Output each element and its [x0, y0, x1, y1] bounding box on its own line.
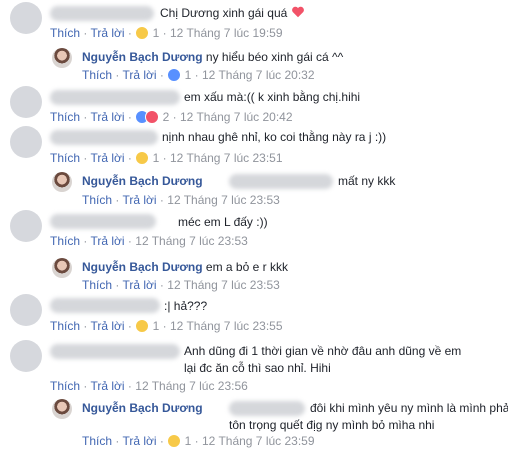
love-reaction-icon[interactable] [145, 110, 160, 124]
avatar[interactable] [52, 172, 72, 192]
like-link[interactable]: Thích [50, 234, 80, 248]
blurred-author-name [50, 6, 154, 21]
like-link[interactable]: Thích [82, 434, 112, 448]
timestamp[interactable]: 12 Tháng 7 lúc 19:59 [170, 26, 283, 40]
reply-comment: Nguyễn Bạch Dương em a bỏ e r kkk Thích … [0, 254, 508, 292]
comment-actions: Thích · Trả lời · 12 Tháng 7 lúc 23:53 [50, 234, 248, 248]
reply-link[interactable]: Trả lời [90, 319, 124, 333]
like-link[interactable]: Thích [82, 193, 112, 207]
reply-link[interactable]: Trả lời [90, 379, 124, 393]
comment-text-cont: mất ny kkk [338, 174, 396, 188]
timestamp[interactable]: 12 Tháng 7 lúc 23:56 [135, 379, 248, 393]
like-link[interactable]: Thích [82, 68, 112, 82]
reply-link[interactable]: Trả lời [122, 278, 156, 292]
comment: nịnh nhau ghê nhỉ, ko coi thằng này ra j… [0, 124, 508, 168]
avatar[interactable] [52, 399, 72, 419]
comment-actions: Thích · Trả lời · 1 · 12 Tháng 7 lúc 20:… [82, 68, 315, 82]
avatar[interactable] [52, 258, 72, 278]
comment-text-line2: tôn trọng quết địg ny mình bỏ mìha nhi [229, 418, 435, 432]
timestamp[interactable]: 12 Tháng 7 lúc 23:55 [170, 319, 283, 333]
avatar[interactable] [10, 294, 42, 326]
author-name[interactable]: Nguyễn Bạch Dương [82, 401, 203, 415]
reply-link[interactable]: Trả lời [122, 68, 156, 82]
comment-actions: Thích · Trả lời · 1 · 12 Tháng 7 lúc 23:… [82, 434, 315, 448]
timestamp[interactable]: 12 Tháng 7 lúc 23:53 [167, 193, 280, 207]
like-link[interactable]: Thích [50, 151, 80, 165]
timestamp[interactable]: 12 Tháng 7 lúc 23:51 [170, 151, 283, 165]
timestamp[interactable]: 12 Tháng 7 lúc 23:53 [167, 278, 280, 292]
blurred-author-name [50, 130, 158, 145]
comment-text: em xấu mà:(( k xinh bằng chị.hihi [184, 90, 361, 104]
heart-icon [291, 6, 304, 18]
reaction-count: 2 [162, 110, 170, 124]
comment-text: Chị Dương xinh gái quá [160, 5, 305, 21]
comment: Anh dũng đi 1 thời gian về nhờ đâu anh d… [0, 336, 508, 394]
comment-actions: Thích · Trả lời · 2 · 12 Tháng 7 lúc 20:… [50, 110, 293, 124]
like-link[interactable]: Thích [50, 110, 80, 124]
reply-link[interactable]: Trả lời [90, 151, 124, 165]
timestamp[interactable]: 12 Tháng 7 lúc 23:53 [135, 234, 248, 248]
comment-text: Nguyễn Bạch Dương [82, 173, 203, 189]
comment-text: Nguyễn Bạch Dương ny hiểu béo xinh gái c… [82, 50, 344, 64]
comment-actions: Thích · Trả lời · 12 Tháng 7 lúc 23:56 [50, 379, 248, 393]
avatar[interactable] [10, 2, 42, 34]
reaction-count: 1 [184, 434, 192, 448]
reply-link[interactable]: Trả lời [90, 110, 124, 124]
reply-link[interactable]: Trả lời [122, 434, 156, 448]
reply-comment: Nguyễn Bạch Dương đôi khi mình yêu ny mì… [0, 394, 508, 454]
reply-link[interactable]: Trả lời [90, 26, 124, 40]
reply-comment: Nguyễn Bạch Dương ny hiểu béo xinh gái c… [0, 44, 508, 84]
comment: Chị Dương xinh gái quá Thích · Trả lời ·… [0, 0, 508, 40]
avatar[interactable] [52, 48, 72, 68]
author-name[interactable]: Nguyễn Bạch Dương [82, 260, 203, 274]
comment-actions: Thích · Trả lời · 1 · 12 Tháng 7 lúc 19:… [50, 26, 283, 40]
like-link[interactable]: Thích [50, 26, 80, 40]
reaction-count: 1 [152, 151, 160, 165]
haha-reaction-icon[interactable] [135, 26, 150, 40]
comment: :| hả??? Thích · Trả lời · 1 · 12 Tháng … [0, 292, 508, 336]
comment-actions: Thích · Trả lời · 1 · 12 Tháng 7 lúc 23:… [50, 151, 283, 165]
like-link[interactable]: Thích [82, 278, 112, 292]
timestamp[interactable]: 12 Tháng 7 lúc 23:59 [202, 434, 315, 448]
avatar[interactable] [10, 126, 42, 158]
timestamp[interactable]: 12 Tháng 7 lúc 20:32 [202, 68, 315, 82]
comment-actions: Thích · Trả lời · 1 · 12 Tháng 7 lúc 23:… [50, 319, 283, 333]
comment: méc em L đấy :)) Thích · Trả lời · 12 Th… [0, 208, 508, 252]
blurred-tagged-name [229, 174, 333, 189]
like-reaction-icon[interactable] [167, 68, 182, 82]
comment-text: Nguyễn Bạch Dương em a bỏ e r kkk [82, 260, 288, 274]
reply-link[interactable]: Trả lời [90, 234, 124, 248]
author-name[interactable]: Nguyễn Bạch Dương [82, 50, 203, 64]
haha-reaction-icon[interactable] [167, 434, 182, 448]
reaction-count: 1 [184, 68, 192, 82]
like-link[interactable]: Thích [50, 319, 80, 333]
reply-link[interactable]: Trả lời [122, 193, 156, 207]
avatar[interactable] [10, 86, 42, 118]
blurred-author-name [50, 298, 160, 313]
haha-reaction-icon[interactable] [135, 151, 150, 165]
haha-reaction-icon[interactable] [135, 319, 150, 333]
avatar[interactable] [10, 340, 42, 372]
comment-text-cont: đôi khi mình yêu ny mình là mình phải [310, 401, 508, 415]
blurred-tagged-name [229, 401, 305, 416]
comment: em xấu mà:(( k xinh bằng chị.hihi Thích … [0, 84, 508, 124]
comment-text: Anh dũng đi 1 thời gian về nhờ đâu anh d… [184, 344, 462, 358]
timestamp[interactable]: 12 Tháng 7 lúc 20:42 [180, 110, 293, 124]
comment-text: nịnh nhau ghê nhỉ, ko coi thằng này ra j… [162, 130, 387, 144]
like-link[interactable]: Thích [50, 379, 80, 393]
avatar[interactable] [10, 210, 42, 242]
reaction-count: 1 [152, 26, 160, 40]
reaction-count: 1 [152, 319, 160, 333]
comment-text: méc em L đấy :)) [178, 215, 268, 229]
blurred-author-name [50, 90, 180, 105]
comment-actions: Thích · Trả lời · 12 Tháng 7 lúc 23:53 [82, 278, 280, 292]
comment-text-line2: lại đc ăn cỗ thì sao nhỉ. Hihi [184, 361, 331, 375]
comment-text: Nguyễn Bạch Dương [82, 400, 203, 416]
comment-actions: Thích · Trả lời · 12 Tháng 7 lúc 23:53 [82, 193, 280, 207]
author-name[interactable]: Nguyễn Bạch Dương [82, 174, 203, 188]
reply-comment: Nguyễn Bạch Dương mất ny kkk Thích · Trả… [0, 168, 508, 208]
blurred-author-name [50, 214, 156, 229]
comment-text: :| hả??? [164, 299, 208, 313]
blurred-author-name [50, 344, 180, 359]
